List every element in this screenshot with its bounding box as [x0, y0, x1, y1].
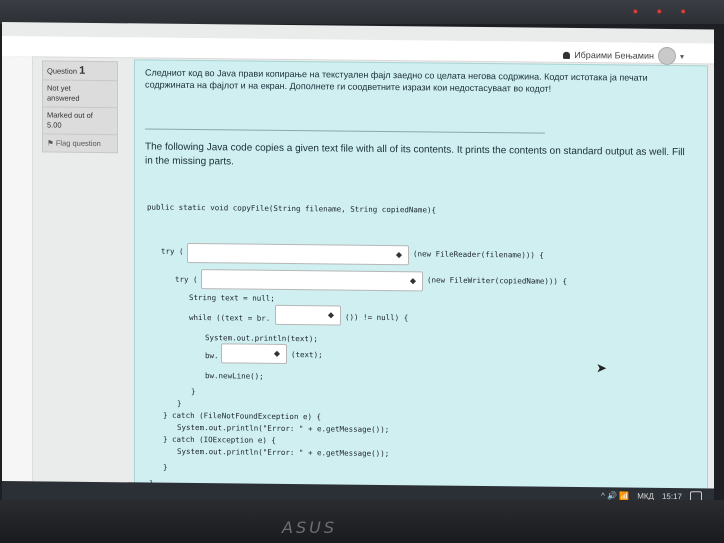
select-arrow-icon: ◆	[395, 250, 402, 260]
code-close-brace-3: }	[163, 462, 168, 472]
answer-select-1[interactable]: ◆	[187, 242, 409, 266]
select-arrow-icon: ◆	[273, 348, 280, 358]
select-arrow-icon: ◆	[409, 276, 416, 286]
question-number: 1	[79, 64, 86, 77]
code-signature: public static void copyFile(String filen…	[147, 202, 436, 215]
code-try2-prefix: try (	[175, 274, 198, 285]
question-status: Not yet answered	[43, 80, 117, 109]
divider	[145, 128, 545, 134]
question-text-en: The following Java code copies a given t…	[145, 141, 685, 168]
question-text-mk: Следниот код во Java прави копирање на т…	[145, 67, 648, 94]
question-content: Следниот код во Java прави копирање на т…	[134, 59, 708, 508]
question-grade: Marked out of 5.00	[43, 107, 117, 136]
question-info-panel: Question 1 Not yet answered Marked out o…	[42, 60, 118, 154]
code-catch2: } catch (IOException e) {	[163, 434, 276, 445]
chevron-down-icon[interactable]: ▾	[680, 52, 684, 61]
code-bw-suffix: (text);	[291, 350, 323, 360]
notification-bell-icon[interactable]	[563, 51, 571, 59]
code-newline: bw.newLine();	[205, 371, 264, 381]
flag-question-link[interactable]: ⚑ Flag question	[43, 134, 117, 152]
left-drawer	[2, 56, 33, 497]
code-string-decl: String text = null;	[189, 292, 275, 303]
flag-icon: ⚑	[47, 138, 54, 148]
question-label: Question	[47, 66, 78, 76]
code-try2-suffix: (new FileWriter(copiedName))) {	[427, 275, 567, 286]
marked-value: 5.00	[47, 120, 62, 130]
code-close-brace-1: }	[191, 386, 196, 397]
code-close-brace-2: }	[177, 398, 182, 408]
laptop-brand-logo: ASUS	[282, 518, 337, 537]
browser-tab-indicators: ● ● ●	[632, 6, 694, 16]
status-line2: answered	[47, 93, 80, 103]
select-arrow-icon: ◆	[327, 310, 334, 320]
marked-label: Marked out of	[47, 110, 93, 120]
laptop-bezel-bottom	[0, 500, 724, 543]
screen: Ибраими Бењамин ▾ Question 1 Not yet ans…	[2, 22, 714, 508]
answer-select-3[interactable]: ◆	[275, 304, 341, 326]
question-number-row: Question 1	[43, 61, 117, 82]
answer-select-4[interactable]: ◆	[221, 343, 287, 364]
code-catch2-body: System.out.println("Error: " + e.getMess…	[177, 446, 390, 459]
code-bw-prefix: bw.	[205, 351, 219, 361]
code-while-prefix: while ((text = br.	[189, 312, 271, 323]
code-try1-prefix: try (	[161, 246, 184, 256]
status-line1: Not yet	[47, 83, 71, 93]
mouse-cursor-icon: ➤	[596, 360, 607, 376]
flag-question-label[interactable]: Flag question	[56, 139, 101, 148]
answer-select-2[interactable]: ◆	[201, 269, 423, 292]
code-catch1: } catch (FileNotFoundException e) {	[163, 410, 322, 422]
user-name[interactable]: Ибраими Бењамин	[574, 50, 654, 61]
code-println: System.out.println(text);	[205, 333, 318, 344]
code-while-suffix: ()) != null) {	[345, 312, 409, 323]
avatar[interactable]	[657, 46, 676, 66]
laptop-bezel-top: ● ● ●	[0, 0, 724, 24]
code-try1-suffix: (new FileReader(filename))) {	[413, 249, 544, 260]
user-menu[interactable]: Ибраими Бењамин ▾	[563, 46, 684, 66]
code-catch1-body: System.out.println("Error: " + e.getMess…	[177, 422, 390, 435]
